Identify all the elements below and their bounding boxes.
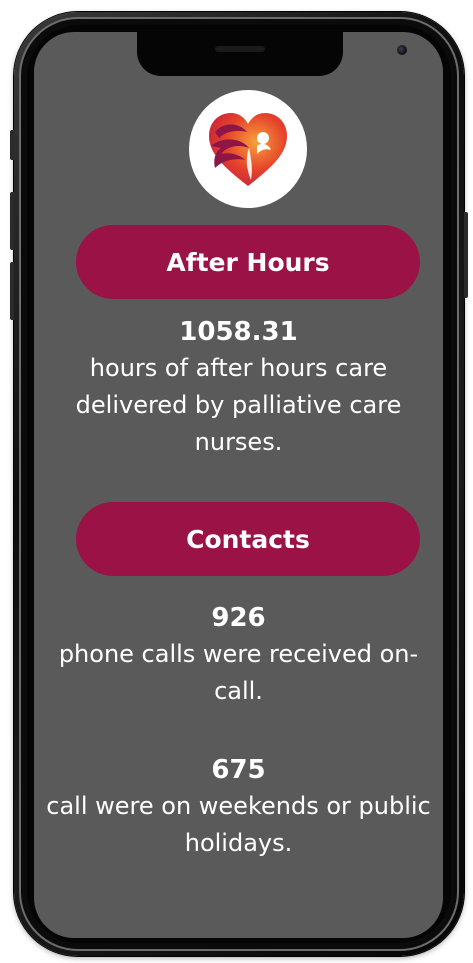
after-hours-value: 1058.31	[179, 317, 298, 347]
phone-calls-description: phone calls were received on-call.	[58, 640, 419, 705]
after-hours-heading: After Hours	[76, 225, 420, 299]
volume-down-button	[10, 262, 14, 320]
mute-switch	[10, 130, 14, 160]
volume-up-button	[10, 192, 14, 250]
power-button	[464, 212, 468, 298]
speaker-grille	[215, 46, 265, 52]
after-hours-description: hours of after hours care delivered by p…	[75, 354, 402, 456]
phone-calls-stat: 926 phone calls were received on-call.	[34, 600, 443, 710]
after-hours-heading-label: After Hours	[166, 247, 330, 277]
phone-screen: After Hours 1058.31 hours of after hours…	[34, 32, 443, 938]
front-camera-icon	[397, 45, 407, 55]
weekend-calls-description: call were on weekends or public holidays…	[46, 792, 431, 857]
weekend-calls-value: 675	[211, 755, 266, 785]
phone-calls-value: 926	[211, 603, 266, 633]
contacts-heading-label: Contacts	[186, 524, 310, 554]
phone-notch	[137, 32, 407, 76]
heart-figure-logo-icon	[209, 113, 287, 186]
organization-logo	[189, 90, 307, 208]
contacts-heading: Contacts	[76, 502, 420, 576]
after-hours-stat: 1058.31 hours of after hours care delive…	[34, 314, 443, 461]
weekend-calls-stat: 675 call were on weekends or public holi…	[34, 752, 443, 862]
